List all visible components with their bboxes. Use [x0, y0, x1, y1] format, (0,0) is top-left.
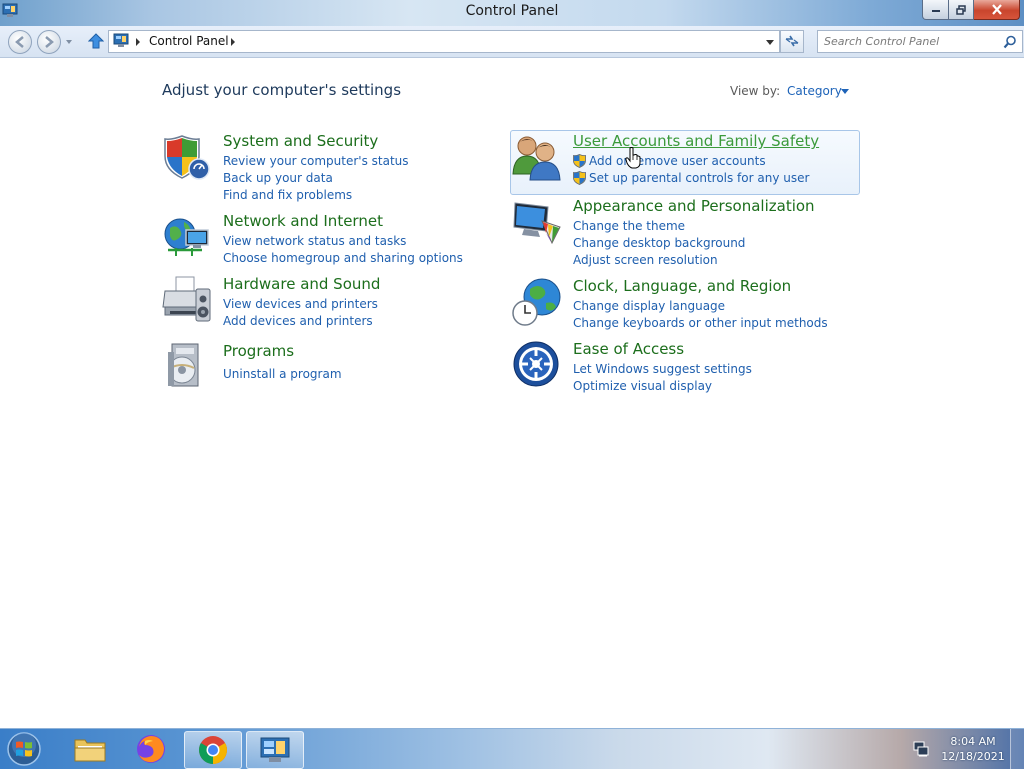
link-find-fix-problems[interactable]: Find and fix problems [223, 187, 409, 204]
view-by-dropdown[interactable]: Category [787, 84, 842, 98]
category-title[interactable]: Ease of Access [573, 340, 684, 358]
printer-speaker-icon[interactable] [162, 275, 212, 325]
taskbar-firefox[interactable] [123, 731, 179, 767]
control-panel-icon [260, 737, 290, 762]
link-back-up-data[interactable]: Back up your data [223, 170, 409, 187]
content-area: Adjust your computer's settings View by:… [0, 58, 1024, 728]
category-title[interactable]: User Accounts and Family Safety [573, 132, 819, 150]
shield-icon[interactable] [162, 132, 212, 182]
start-button[interactable] [4, 731, 44, 767]
show-desktop-button[interactable] [1010, 729, 1024, 769]
users-icon[interactable] [512, 132, 562, 182]
category-title[interactable]: Programs [223, 342, 294, 360]
refresh-icon [785, 35, 799, 47]
breadcrumb-control-panel[interactable]: Control Panel [149, 34, 229, 48]
monitor-palette-icon[interactable] [512, 197, 562, 247]
search-box[interactable] [817, 30, 1023, 53]
breadcrumb-arrow-icon[interactable] [136, 38, 140, 46]
category-title[interactable]: Appearance and Personalization [573, 197, 815, 215]
title-bar[interactable]: Control Panel [0, 0, 1024, 26]
hand-cursor-icon [625, 147, 641, 173]
link-change-keyboards[interactable]: Change keyboards or other input methods [573, 315, 828, 332]
link-view-devices-printers[interactable]: View devices and printers [223, 296, 378, 313]
link-view-network-status[interactable]: View network status and tasks [223, 233, 463, 250]
link-change-theme[interactable]: Change the theme [573, 218, 745, 235]
search-icon[interactable] [1003, 34, 1017, 53]
address-bar[interactable]: Control Panel [108, 30, 780, 53]
clock-time: 8:04 AM [950, 735, 996, 748]
search-input[interactable] [824, 33, 994, 49]
link-add-devices-printers[interactable]: Add devices and printers [223, 313, 378, 330]
link-change-desktop-background[interactable]: Change desktop background [573, 235, 745, 252]
back-arrow-icon [15, 36, 24, 48]
link-homegroup-sharing[interactable]: Choose homegroup and sharing options [223, 250, 463, 267]
link-label: Add or remove user accounts [589, 154, 766, 168]
taskbar-file-explorer[interactable] [62, 731, 118, 767]
clock-date: 12/18/2021 [941, 750, 1005, 763]
back-button[interactable] [8, 30, 32, 54]
up-button[interactable] [87, 33, 105, 53]
link-change-display-language[interactable]: Change display language [573, 298, 828, 315]
link-let-windows-suggest[interactable]: Let Windows suggest settings [573, 361, 752, 378]
control-panel-icon [113, 33, 129, 52]
close-icon [991, 4, 1002, 15]
forward-button[interactable] [37, 30, 61, 54]
windows-logo-icon [7, 732, 41, 766]
refresh-button[interactable] [780, 30, 804, 53]
uac-shield-icon [573, 171, 586, 190]
restore-icon [956, 4, 966, 15]
category-title[interactable]: Network and Internet [223, 212, 383, 230]
network-globe-icon[interactable] [162, 212, 212, 262]
link-optimize-visual-display[interactable]: Optimize visual display [573, 378, 752, 395]
view-by-label: View by: [730, 84, 781, 98]
taskbar: 8:04 AM 12/18/2021 [0, 728, 1024, 769]
address-history-dropdown[interactable] [766, 40, 774, 45]
breadcrumb-arrow-icon[interactable] [231, 38, 235, 46]
firefox-icon [137, 735, 165, 763]
taskbar-control-panel[interactable] [246, 731, 304, 769]
programs-icon[interactable] [162, 342, 212, 392]
close-button[interactable] [974, 0, 1020, 20]
taskbar-chrome[interactable] [184, 731, 242, 769]
forward-arrow-icon [45, 36, 54, 48]
network-tray-icon[interactable] [913, 741, 931, 761]
category-title[interactable]: Clock, Language, and Region [573, 277, 791, 295]
window-title: Control Panel [465, 3, 559, 19]
file-explorer-icon [74, 739, 106, 762]
chrome-icon [199, 736, 227, 764]
link-add-remove-user-accounts[interactable]: Add or remove user accounts [573, 153, 809, 170]
recent-pages-dropdown[interactable] [66, 40, 72, 44]
category-title[interactable]: System and Security [223, 132, 378, 150]
up-arrow-icon [87, 33, 105, 49]
link-parental-controls[interactable]: Set up parental controls for any user [573, 170, 809, 187]
page-title: Adjust your computer's settings [162, 81, 402, 99]
restore-button[interactable] [949, 0, 974, 20]
link-uninstall-program[interactable]: Uninstall a program [223, 366, 342, 383]
clock-globe-icon[interactable] [512, 277, 562, 327]
chevron-down-icon[interactable] [841, 89, 849, 94]
minimize-icon [931, 9, 940, 12]
link-adjust-screen-resolution[interactable]: Adjust screen resolution [573, 252, 745, 269]
category-title[interactable]: Hardware and Sound [223, 275, 380, 293]
link-label: Set up parental controls for any user [589, 171, 810, 185]
link-review-computer-status[interactable]: Review your computer's status [223, 153, 409, 170]
system-clock[interactable]: 8:04 AM 12/18/2021 [938, 734, 1008, 764]
minimize-button[interactable] [922, 0, 949, 20]
navigation-bar: Control Panel [0, 26, 1024, 58]
ease-of-access-icon[interactable] [512, 340, 562, 390]
